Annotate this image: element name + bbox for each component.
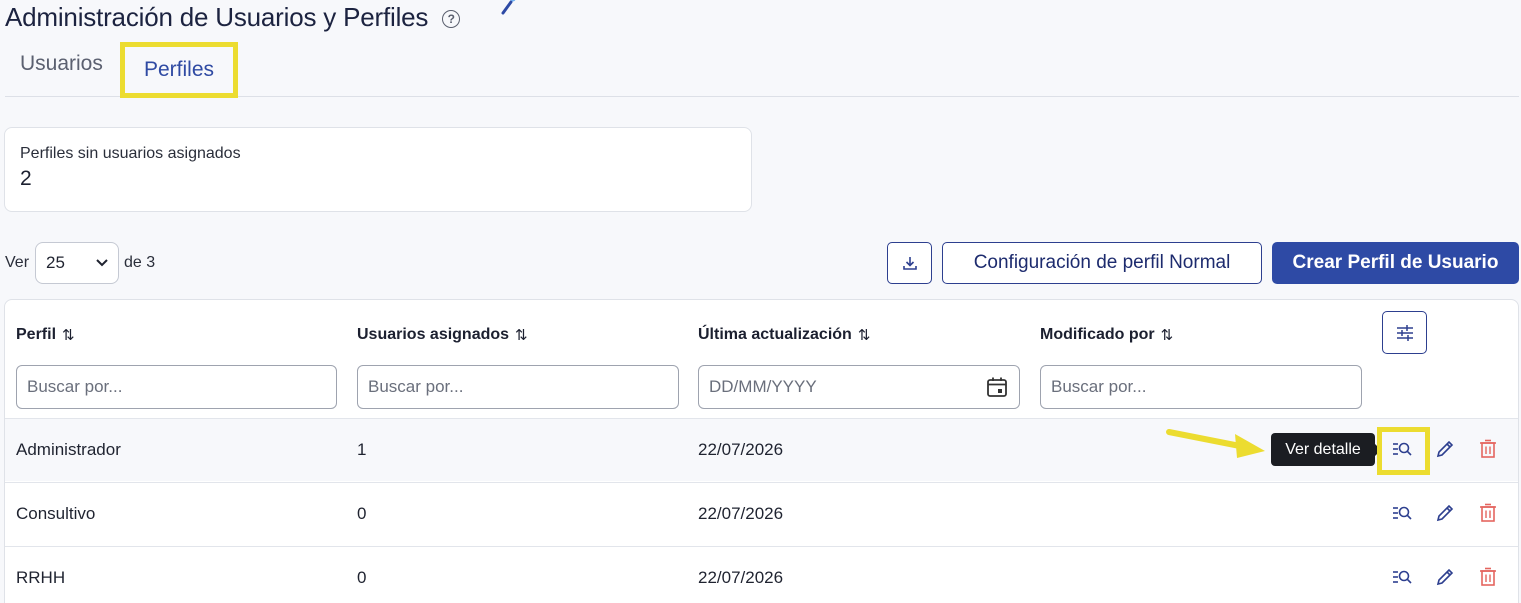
filter-modificado-input[interactable] — [1040, 365, 1362, 409]
view-detail-icon[interactable] — [1392, 503, 1412, 523]
column-header-modificado[interactable]: Modificado por ⇅ — [1040, 326, 1173, 344]
table-row[interactable]: RRHH 0 22/07/2026 — [5, 546, 1518, 603]
filter-fecha-input[interactable] — [698, 365, 1020, 409]
view-detail-icon[interactable] — [1392, 567, 1412, 587]
sort-icon: ⇅ — [857, 327, 871, 344]
chevron-down-icon — [96, 259, 108, 267]
filter-perfil-input[interactable] — [16, 365, 337, 409]
create-profile-button[interactable]: Crear Perfil de Usuario — [1272, 242, 1519, 284]
sliders-icon — [1396, 324, 1413, 341]
sort-icon: ⇅ — [1160, 327, 1174, 344]
cell-usuarios: 0 — [357, 568, 367, 587]
tab-perfiles[interactable]: Perfiles — [120, 42, 238, 98]
tab-bar: Usuarios Perfiles — [5, 42, 1519, 98]
tooltip-ver-detalle: Ver detalle — [1271, 433, 1381, 466]
cell-fecha: 22/07/2026 — [698, 568, 784, 587]
page-size-select[interactable]: 25 — [35, 242, 119, 284]
view-detail-icon[interactable] — [1392, 439, 1412, 459]
profiles-table: Perfil ⇅ Usuarios asignados ⇅ Última actua… — [4, 299, 1519, 603]
column-header-label: Modificado por — [1040, 326, 1155, 343]
table-row[interactable]: Administrador 1 22/07/2026 Ver detalle — [5, 418, 1518, 481]
page-size-value: 25 — [46, 253, 65, 272]
cell-fecha: 22/07/2026 — [698, 440, 784, 459]
sort-icon: ⇅ — [62, 327, 75, 344]
cell-perfil: Administrador — [16, 440, 121, 459]
ver-label: Ver — [5, 254, 30, 271]
column-settings-button[interactable] — [1382, 311, 1427, 354]
column-header-usuarios[interactable]: Usuarios asignados ⇅ — [357, 326, 528, 344]
calendar-icon[interactable] — [986, 376, 1008, 398]
cell-usuarios: 0 — [357, 504, 367, 523]
cell-perfil: Consultivo — [16, 504, 96, 523]
column-header-perfil[interactable]: Perfil ⇅ — [16, 326, 75, 344]
column-header-label: Usuarios asignados — [357, 326, 510, 343]
config-profile-button[interactable]: Configuración de perfil Normal — [942, 242, 1262, 284]
cell-perfil: RRHH — [16, 568, 66, 587]
page-title-text: Administración de Usuarios y Perfiles — [5, 2, 429, 32]
page-count-label: de 3 — [124, 254, 156, 271]
edit-pencil-icon[interactable] — [1435, 567, 1455, 587]
table-row[interactable]: Consultivo 0 22/07/2026 — [5, 482, 1518, 545]
delete-trash-icon[interactable] — [1478, 439, 1498, 459]
filter-usuarios-input[interactable] — [357, 365, 679, 409]
page-title: Administración de Usuarios y Perfiles ? — [5, 2, 461, 33]
pointer-arrow-icon — [1166, 429, 1265, 458]
edit-pencil-icon[interactable] — [1435, 439, 1455, 459]
delete-trash-icon[interactable] — [1478, 503, 1498, 523]
stat-value: 2 — [20, 167, 32, 190]
download-button[interactable] — [887, 242, 932, 284]
help-icon[interactable]: ? — [442, 9, 461, 28]
magic-wand-icon — [501, 0, 516, 15]
edit-pencil-icon[interactable] — [1435, 503, 1455, 523]
column-header-label: Última actualización — [698, 326, 852, 343]
delete-trash-icon[interactable] — [1478, 567, 1498, 587]
cell-usuarios: 1 — [357, 440, 367, 459]
tab-usuarios[interactable]: Usuarios — [20, 52, 103, 76]
sort-icon: ⇅ — [515, 327, 528, 344]
cell-fecha: 22/07/2026 — [698, 504, 784, 523]
stat-card: Perfiles sin usuarios asignados 2 — [4, 127, 752, 212]
stat-label: Perfiles sin usuarios asignados — [20, 145, 241, 162]
download-icon — [902, 257, 917, 270]
column-header-label: Perfil — [16, 326, 57, 343]
column-header-fecha[interactable]: Última actualización ⇅ — [698, 326, 870, 344]
